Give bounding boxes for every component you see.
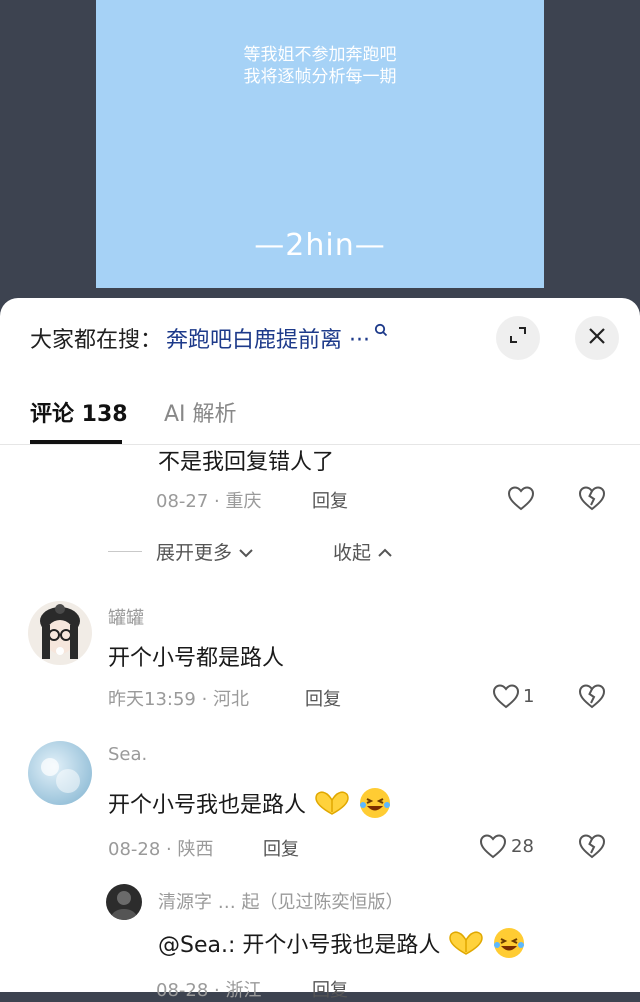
like-button[interactable] [506, 483, 536, 513]
collapse-button[interactable]: 收起 [333, 538, 393, 565]
expand-more-button[interactable]: 展开更多 [156, 538, 254, 565]
comment-text: @Sea.: 开个小号我也是路人 [158, 926, 526, 966]
reply-button[interactable]: 回复 [312, 487, 348, 513]
like-count: 28 [511, 835, 534, 857]
comment-date: 08-28 [108, 839, 161, 860]
broken-heart-icon [578, 486, 606, 511]
comment-body: 开个小号我也是路人 [108, 793, 307, 818]
divider-line [108, 551, 142, 552]
broken-heart-icon [578, 834, 606, 859]
comment-meta: 08-27 · 重庆 [156, 491, 262, 512]
avatar[interactable] [106, 884, 142, 920]
comment-tabs: 评论 138 AI 解析 [0, 386, 640, 445]
comment-username[interactable]: Sea. [108, 744, 147, 765]
comment-text: 开个小号都是路人 [108, 646, 285, 671]
heart-icon [479, 834, 507, 859]
search-query-link[interactable]: 奔跑吧白鹿提前离 ··· [166, 322, 370, 354]
trending-search[interactable]: 大家都在搜： 奔跑吧白鹿提前离 ··· [30, 320, 640, 356]
like-button[interactable]: 1 [491, 681, 534, 711]
search-icon[interactable] [374, 323, 388, 341]
video-watermark: —2hin— [254, 228, 386, 263]
reply-button[interactable]: 回复 [263, 835, 299, 861]
comment-location: 重庆 [225, 491, 262, 512]
dislike-button[interactable] [577, 483, 607, 513]
heart-icon [492, 684, 520, 709]
active-tab-indicator [30, 440, 122, 444]
comment-date: 昨天13:59 [108, 689, 196, 710]
close-icon [588, 326, 606, 351]
comment-username[interactable]: 罐罐 [108, 604, 144, 630]
tab-comments[interactable]: 评论 138 [30, 396, 128, 428]
broken-heart-icon [578, 684, 606, 709]
chevron-up-icon [377, 542, 393, 564]
avatar[interactable] [28, 741, 92, 805]
comment-text: 开个小号我也是路人 [108, 786, 392, 826]
comment-location: 河北 [213, 689, 250, 710]
reply-button[interactable]: 回复 [312, 976, 348, 1002]
comment-text: 不是我回复错人了 [158, 450, 335, 475]
heart-hands-emoji-icon [313, 788, 351, 824]
video-preview[interactable]: 等我姐不参加奔跑吧 我将逐帧分析每一期 —2hin— [96, 0, 544, 288]
comment-date: 08-27 [156, 491, 209, 512]
tab-ai-analysis[interactable]: AI 解析 [164, 396, 237, 428]
dislike-button[interactable] [577, 681, 607, 711]
comment-location: 浙江 [225, 980, 262, 1001]
close-button[interactable] [575, 316, 619, 360]
heart-hands-emoji-icon [447, 928, 485, 964]
dislike-button[interactable] [577, 831, 607, 861]
comment-meta: 08-28 · 陕西 [108, 839, 214, 860]
expand-more-label: 展开更多 [156, 542, 233, 564]
caption-line-2: 我将逐帧分析每一期 [243, 67, 397, 87]
comments-sheet: 大家都在搜： 奔跑吧白鹿提前离 ··· 评论 138 AI 解析 不是我回复错人… [0, 298, 640, 1001]
heart-icon [507, 486, 535, 511]
expand-button[interactable] [496, 316, 540, 360]
search-prefix: 大家都在搜： [30, 328, 163, 353]
comment-meta: 昨天13:59 · 河北 [108, 689, 250, 710]
collapse-label: 收起 [333, 542, 372, 564]
avatar[interactable] [28, 601, 92, 665]
reply-button[interactable]: 回复 [305, 685, 341, 711]
comment-date: 08-28 [156, 980, 209, 1001]
comment-username[interactable]: 清源字 … 起（见过陈奕恒版） [158, 888, 403, 914]
caption-line-1: 等我姐不参加奔跑吧 [243, 45, 397, 65]
like-count: 1 [523, 685, 535, 707]
laughing-emoji-icon [492, 926, 526, 966]
expand-icon [508, 325, 528, 351]
comment-body: @Sea.: 开个小号我也是路人 [158, 933, 441, 958]
like-button[interactable]: 28 [478, 831, 534, 861]
comment-location: 陕西 [177, 839, 214, 860]
video-caption: 等我姐不参加奔跑吧 我将逐帧分析每一期 [96, 44, 544, 88]
comment-meta: 08-28 · 浙江 [156, 980, 262, 1001]
chevron-down-icon [238, 542, 254, 564]
laughing-emoji-icon [358, 786, 392, 826]
